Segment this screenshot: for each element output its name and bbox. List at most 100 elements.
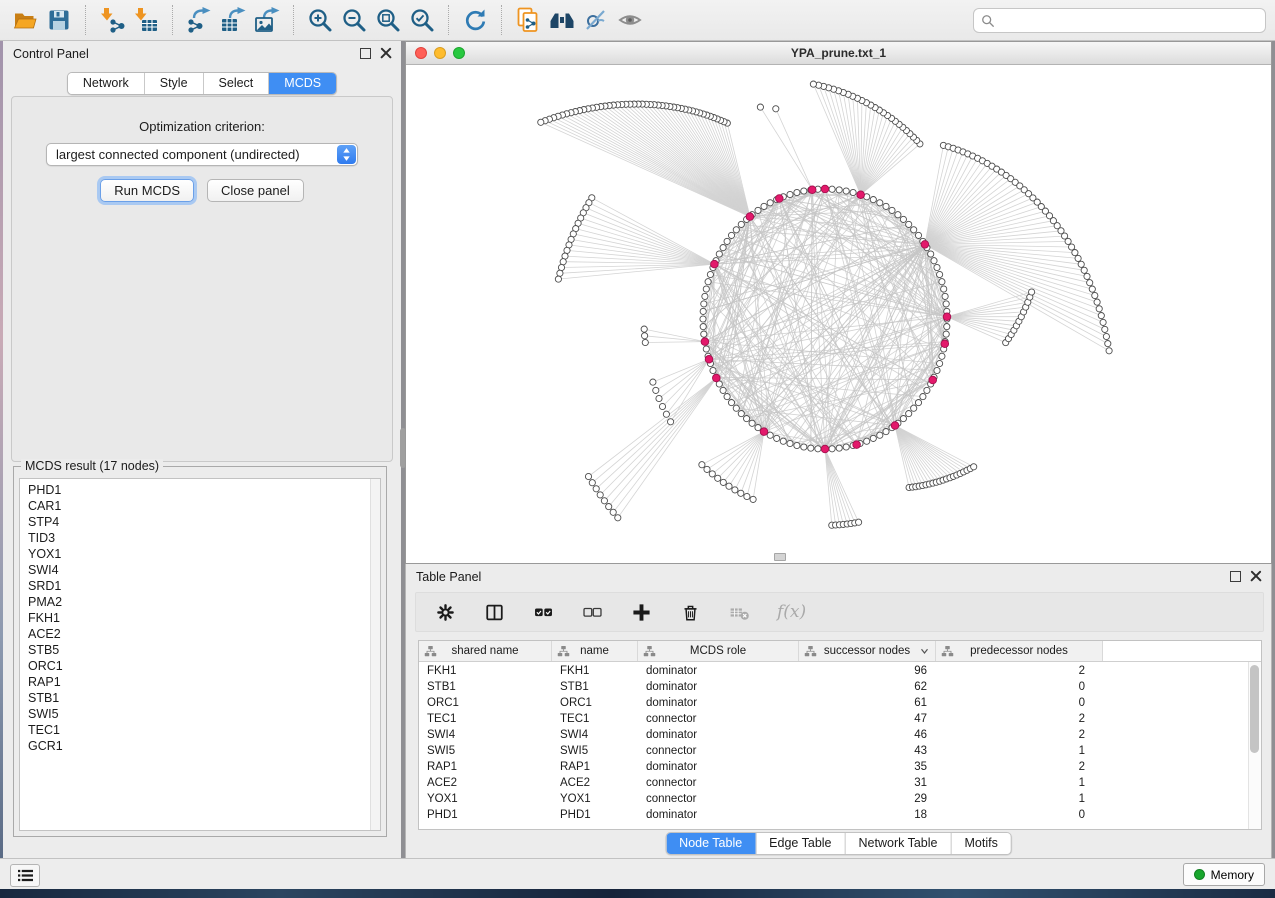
graph-node[interactable] (710, 367, 716, 373)
graph-node[interactable] (749, 420, 755, 426)
graph-node[interactable] (615, 515, 621, 521)
graph-node[interactable] (815, 446, 821, 452)
graph-node[interactable] (794, 442, 800, 448)
graph-node[interactable] (701, 301, 707, 307)
add-column-button[interactable] (630, 601, 652, 623)
graph-node[interactable] (1029, 289, 1035, 295)
graph-node[interactable] (794, 189, 800, 195)
table-row[interactable]: SWI5SWI5connector431 (419, 743, 1248, 759)
maximize-window-icon[interactable] (453, 47, 465, 59)
export-image-button[interactable] (250, 3, 284, 37)
graph-node[interactable] (606, 504, 612, 510)
table-row[interactable]: PHD1PHD1dominator180 (419, 807, 1248, 823)
graph-node[interactable] (1072, 250, 1078, 256)
select-all-button[interactable] (532, 601, 554, 623)
mcds-result-item[interactable]: FKH1 (28, 610, 380, 626)
graph-node[interactable] (702, 293, 708, 299)
graph-node[interactable] (767, 200, 773, 206)
criterion-dropdown[interactable]: largest connected component (undirected) (46, 143, 358, 166)
table-row[interactable]: ORC1ORC1dominator610 (419, 695, 1248, 711)
graph-node[interactable] (726, 483, 732, 489)
graph-node[interactable] (937, 360, 943, 366)
close-window-icon[interactable] (415, 47, 427, 59)
graph-node[interactable] (1094, 299, 1100, 305)
canvas-splitter-grip[interactable] (774, 553, 786, 561)
tab-mcds[interactable]: MCDS (268, 73, 336, 94)
mcds-result-item[interactable]: YOX1 (28, 546, 380, 562)
mcds-hub-node[interactable] (705, 355, 713, 363)
mcds-result-item[interactable]: ACE2 (28, 626, 380, 642)
graph-node[interactable] (1098, 313, 1104, 319)
mcds-hub-node[interactable] (746, 213, 754, 221)
graph-node[interactable] (939, 279, 945, 285)
graph-node[interactable] (641, 326, 647, 332)
mcds-hub-node[interactable] (857, 191, 865, 199)
graph-node[interactable] (850, 189, 856, 195)
graph-node[interactable] (755, 207, 761, 213)
graph-node[interactable] (538, 119, 544, 125)
graph-node[interactable] (659, 403, 665, 409)
share-document-button[interactable] (511, 3, 545, 37)
graph-node[interactable] (1105, 341, 1111, 347)
mcds-hub-node[interactable] (821, 445, 829, 453)
mcds-result-list[interactable]: PHD1CAR1STP4TID3YOX1SWI4SRD1PMA2FKH1ACE2… (19, 478, 381, 831)
tab-network[interactable]: Network (68, 73, 144, 94)
graph-node[interactable] (829, 446, 835, 452)
graph-node[interactable] (704, 466, 710, 472)
table-scrollbar-thumb[interactable] (1250, 665, 1259, 753)
table-row[interactable]: ACE2ACE2connector311 (419, 775, 1248, 791)
graph-node[interactable] (656, 395, 662, 401)
graph-node[interactable] (597, 492, 603, 498)
graph-node[interactable] (703, 286, 709, 292)
graph-node[interactable] (699, 462, 705, 468)
graph-node[interactable] (720, 479, 726, 485)
graph-node[interactable] (701, 331, 707, 337)
graph-node[interactable] (801, 188, 807, 194)
graph-node[interactable] (557, 270, 563, 276)
graph-node[interactable] (1103, 333, 1109, 339)
show-eye-button[interactable] (613, 3, 647, 37)
graph-node[interactable] (787, 440, 793, 446)
graph-node[interactable] (944, 324, 950, 330)
graph-node[interactable] (943, 331, 949, 337)
zoom-out-button[interactable] (337, 3, 371, 37)
graph-node[interactable] (889, 207, 895, 213)
graph-node[interactable] (1089, 286, 1095, 292)
graph-node[interactable] (915, 400, 921, 406)
mcds-result-item[interactable]: RAP1 (28, 674, 380, 690)
graph-node[interactable] (555, 276, 561, 282)
mcds-hub-node[interactable] (921, 241, 929, 249)
graph-node[interactable] (1081, 267, 1087, 273)
graph-node[interactable] (900, 416, 906, 422)
mcds-hub-node[interactable] (808, 186, 816, 194)
export-network-button[interactable] (182, 3, 216, 37)
tab-style[interactable]: Style (144, 73, 203, 94)
mcds-hub-node[interactable] (713, 374, 721, 382)
graph-node[interactable] (883, 429, 889, 435)
graph-node[interactable] (715, 475, 721, 481)
mcds-result-item[interactable]: PHD1 (28, 482, 380, 498)
graph-node[interactable] (703, 346, 709, 352)
graph-node[interactable] (1078, 261, 1084, 267)
graph-node[interactable] (900, 216, 906, 222)
mcds-result-item[interactable]: SWI4 (28, 562, 380, 578)
graph-node[interactable] (829, 186, 835, 192)
table-settings-button[interactable] (434, 601, 456, 623)
graph-node[interactable] (895, 212, 901, 218)
graph-node[interactable] (757, 104, 763, 110)
graph-node[interactable] (642, 333, 648, 339)
mcds-hub-node[interactable] (711, 260, 719, 268)
graph-node[interactable] (585, 473, 591, 479)
graph-node[interactable] (883, 203, 889, 209)
graph-node[interactable] (668, 419, 674, 425)
column-header-successor-nodes[interactable]: successor nodes (799, 641, 936, 661)
close-table-panel-icon[interactable] (1250, 570, 1262, 582)
graph-node[interactable] (1092, 292, 1098, 298)
graph-node[interactable] (724, 394, 730, 400)
mcds-hub-node[interactable] (929, 376, 937, 384)
mcds-result-item[interactable]: STB5 (28, 642, 380, 658)
table-scrollbar[interactable] (1248, 662, 1261, 829)
graph-node[interactable] (650, 379, 656, 385)
mcds-hub-node[interactable] (760, 428, 768, 436)
search-binoculars-button[interactable] (545, 3, 579, 37)
